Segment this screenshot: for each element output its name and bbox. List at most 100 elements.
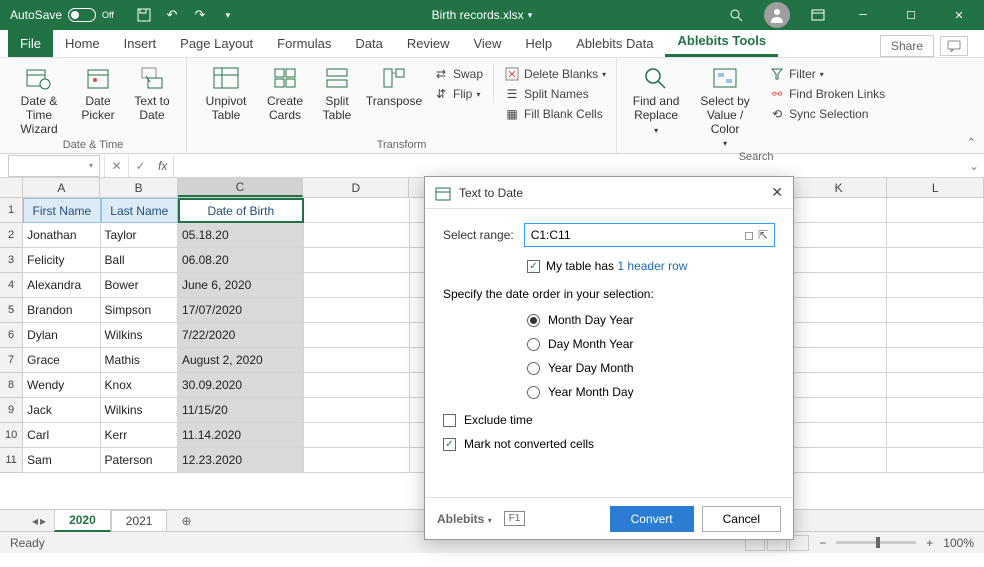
row-header[interactable]: 7 [0, 348, 23, 373]
data-cell[interactable]: 11/15/20 [178, 398, 304, 423]
col-C[interactable]: C [178, 178, 304, 197]
comments-button[interactable] [940, 36, 968, 56]
data-cell[interactable]: Wilkins [101, 398, 178, 423]
data-cell[interactable]: Felicity [23, 248, 100, 273]
tab-help[interactable]: Help [513, 30, 564, 57]
ribbon-display-icon[interactable] [798, 0, 838, 30]
tab-home[interactable]: Home [53, 30, 112, 57]
data-cell[interactable]: Brandon [23, 298, 100, 323]
sheet-nav-prev[interactable]: ◂ [32, 514, 38, 528]
collapse-ribbon-icon[interactable]: ⌃ [967, 136, 976, 149]
data-cell[interactable]: Sam [23, 448, 100, 473]
sheet-tab-2021[interactable]: 2021 [111, 510, 168, 532]
exclude-time-checkbox[interactable] [443, 414, 456, 427]
radio-ydm[interactable] [527, 362, 540, 375]
convert-button[interactable]: Convert [610, 506, 694, 532]
transpose-button[interactable]: Transpose [365, 64, 423, 109]
header-cell[interactable]: Last Name [101, 198, 178, 223]
data-cell[interactable]: 30.09.2020 [178, 373, 304, 398]
share-button[interactable]: Share [880, 35, 934, 57]
toggle-switch[interactable] [68, 8, 96, 22]
radio-mdy[interactable] [527, 314, 540, 327]
col-D[interactable]: D [303, 178, 409, 197]
pane-close-button[interactable]: ✕ [771, 184, 783, 201]
tab-view[interactable]: View [461, 30, 513, 57]
data-cell[interactable]: August 2, 2020 [178, 348, 304, 373]
cancel-button[interactable]: Cancel [702, 506, 781, 532]
sync-selection-button[interactable]: ⟲Sync Selection [769, 106, 885, 122]
text-to-date-button[interactable]: Text to Date [128, 64, 176, 123]
help-f1-button[interactable]: F1 [504, 511, 526, 526]
data-cell[interactable]: 06.08.20 [178, 248, 304, 273]
data-cell[interactable]: Taylor [101, 223, 178, 248]
select-all-corner[interactable] [0, 178, 23, 197]
split-table-button[interactable]: Split Table [315, 64, 359, 123]
data-cell[interactable]: Knox [101, 373, 178, 398]
row-header[interactable]: 3 [0, 248, 23, 273]
expand-formula-bar-icon[interactable]: ⌄ [964, 159, 984, 173]
data-cell[interactable]: June 6, 2020 [178, 273, 304, 298]
fill-blank-cells-button[interactable]: ▦Fill Blank Cells [504, 106, 606, 122]
fx-icon[interactable]: fx [152, 159, 173, 173]
name-box[interactable]: ▾ [8, 155, 100, 177]
data-cell[interactable]: Grace [23, 348, 100, 373]
split-names-button[interactable]: ☰Split Names [504, 86, 606, 102]
row-header[interactable]: 4 [0, 273, 23, 298]
collapse-dialog-icon[interactable]: ◻ [744, 228, 754, 242]
sheet-nav-next[interactable]: ▸ [40, 514, 46, 528]
enter-formula-icon[interactable]: ✓ [128, 155, 152, 177]
tab-page-layout[interactable]: Page Layout [168, 30, 265, 57]
search-icon[interactable] [716, 0, 756, 30]
data-cell[interactable]: Carl [23, 423, 100, 448]
radio-dmy[interactable] [527, 338, 540, 351]
undo-icon[interactable]: ↶ [160, 3, 184, 27]
col-A[interactable]: A [23, 178, 100, 197]
mark-not-converted-checkbox[interactable]: ✓ [443, 438, 456, 451]
cancel-formula-icon[interactable]: ✕ [104, 155, 128, 177]
data-cell[interactable]: 05.18.20 [178, 223, 304, 248]
header-row-link[interactable]: 1 header row [617, 259, 687, 273]
find-replace-button[interactable]: Find and Replace▾ [627, 64, 685, 135]
data-cell[interactable]: Ball [101, 248, 178, 273]
user-avatar[interactable] [764, 2, 790, 28]
data-cell[interactable]: Dylan [23, 323, 100, 348]
date-picker-button[interactable]: Date Picker [74, 64, 122, 123]
tab-ablebits-tools[interactable]: Ablebits Tools [665, 27, 778, 57]
row-header-1[interactable]: 1 [0, 198, 23, 223]
save-icon[interactable] [132, 3, 156, 27]
data-cell[interactable]: Paterson [101, 448, 178, 473]
zoom-in-button[interactable]: + [926, 536, 933, 550]
data-cell[interactable]: Wendy [23, 373, 100, 398]
header-cell[interactable]: Date of Birth [178, 198, 304, 223]
col-L[interactable]: L [887, 178, 984, 197]
find-broken-links-button[interactable]: ⚯Find Broken Links [769, 86, 885, 102]
data-cell[interactable]: Kerr [101, 423, 178, 448]
data-cell[interactable]: Mathis [101, 348, 178, 373]
data-cell[interactable]: Jack [23, 398, 100, 423]
select-by-value-button[interactable]: Select by Value / Color▾ [691, 64, 759, 149]
row-header[interactable]: 2 [0, 223, 23, 248]
tab-file[interactable]: File [8, 30, 53, 57]
range-input[interactable]: C1:C11 ◻ ⇱ [524, 223, 775, 247]
pane-header[interactable]: Text to Date ✕ [425, 177, 793, 209]
sheet-tab-2020[interactable]: 2020 [54, 509, 111, 532]
data-cell[interactable]: Jonathan [23, 223, 100, 248]
date-time-wizard-button[interactable]: Date & Time Wizard [10, 64, 68, 136]
radio-ymd[interactable] [527, 386, 540, 399]
col-K[interactable]: K [791, 178, 888, 197]
row-header[interactable]: 11 [0, 448, 23, 473]
flip-button[interactable]: ⇵Flip▾ [433, 86, 483, 102]
autosave-toggle[interactable]: AutoSave Off [0, 8, 124, 22]
data-cell[interactable]: Simpson [101, 298, 178, 323]
create-cards-button[interactable]: Create Cards [261, 64, 309, 123]
header-cell[interactable]: First Name [23, 198, 100, 223]
data-cell[interactable]: 7/22/2020 [178, 323, 304, 348]
data-cell[interactable]: 17/07/2020 [178, 298, 304, 323]
expand-selection-icon[interactable]: ⇱ [758, 228, 768, 242]
row-header[interactable]: 10 [0, 423, 23, 448]
tab-insert[interactable]: Insert [112, 30, 169, 57]
zoom-slider[interactable] [836, 541, 916, 544]
delete-blanks-button[interactable]: Delete Blanks▾ [504, 66, 606, 82]
row-header[interactable]: 9 [0, 398, 23, 423]
col-B[interactable]: B [100, 178, 177, 197]
